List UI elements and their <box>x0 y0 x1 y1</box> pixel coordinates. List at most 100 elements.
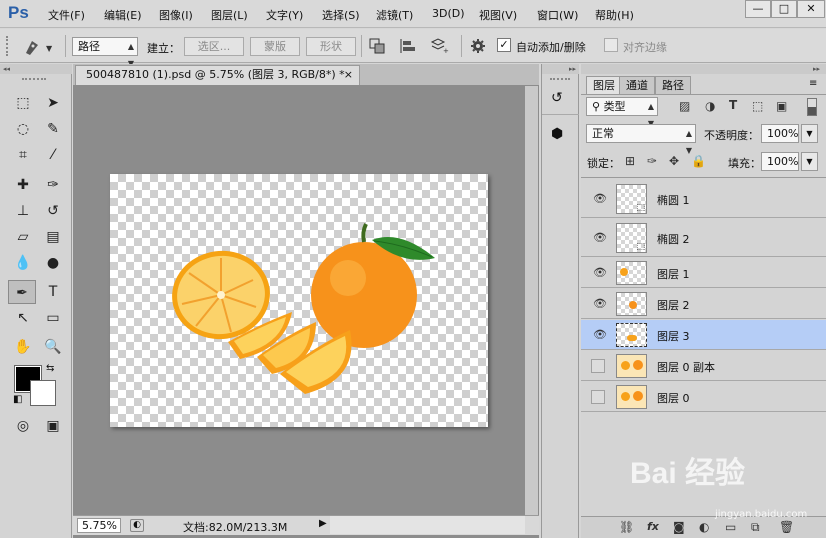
path-alignment-icon[interactable] <box>399 38 417 54</box>
tab-paths[interactable]: 路径 <box>655 76 691 94</box>
close-tab-icon[interactable]: × <box>344 66 353 84</box>
background-color-swatch[interactable] <box>30 380 56 406</box>
screen-mode-icon[interactable]: ▣ <box>40 414 66 438</box>
layer-filter-select[interactable]: ⚲ 类型▲▼ <box>586 97 658 128</box>
menu-edit[interactable]: 编辑(E) <box>104 7 142 23</box>
history-brush-tool-icon[interactable]: ↺ <box>40 199 66 223</box>
layer-row[interactable]: 图层 0 <box>581 382 826 412</box>
type-tool-icon[interactable]: T <box>40 280 66 304</box>
image-filter-icon[interactable]: ▨ <box>679 99 690 113</box>
minimize-button[interactable]: — <box>745 0 771 18</box>
maximize-button[interactable]: □ <box>771 0 797 18</box>
lasso-tool-icon[interactable]: ◌ <box>10 117 36 141</box>
menu-file[interactable]: 文件(F) <box>48 7 85 23</box>
eye-icon[interactable]: 👁 <box>593 297 607 310</box>
type-filter-icon[interactable]: T <box>729 98 737 112</box>
shape-filter-icon[interactable]: ⬚ <box>752 99 763 113</box>
layer-row[interactable]: 👁 ⬚ 椭圆 2 <box>581 219 826 257</box>
move-tool-icon[interactable]: ➤ <box>40 91 66 115</box>
blur-tool-icon[interactable]: 💧 <box>10 251 36 275</box>
layer-row-selected[interactable]: 👁 图层 3 <box>581 320 826 350</box>
path-arrangement-icon[interactable]: + <box>429 38 449 55</box>
path-operations-icon[interactable] <box>369 38 387 54</box>
fx-icon[interactable]: fx <box>647 520 659 533</box>
zoom-preset-icon[interactable]: ◐ <box>130 519 144 532</box>
menu-select[interactable]: 选择(S) <box>322 7 360 23</box>
fill-field[interactable]: 100% <box>761 152 799 171</box>
panel-strip-collapse-icon[interactable]: ▸▸ <box>542 64 579 74</box>
align-edges-checkbox[interactable] <box>604 38 618 52</box>
layer-row[interactable]: 👁 图层 1 <box>581 258 826 288</box>
layers-panel-collapse-icon[interactable]: ▸▸ <box>581 64 826 74</box>
horizontal-scrollbar[interactable] <box>330 516 525 534</box>
shape-button[interactable]: 形状 <box>306 37 356 56</box>
blend-mode-select[interactable]: 正常 ▲ ▼ <box>586 124 696 155</box>
crop-tool-icon[interactable]: ⌗ <box>10 143 36 167</box>
filter-toggle[interactable] <box>807 98 817 116</box>
healing-brush-tool-icon[interactable]: ✚ <box>10 173 36 197</box>
folder-icon[interactable]: ▭ <box>725 520 736 534</box>
lock-pixels-icon[interactable]: ✑ <box>647 154 657 168</box>
quick-mask-icon[interactable]: ◎ <box>10 414 36 438</box>
visibility-toggle[interactable] <box>591 390 605 404</box>
opacity-field[interactable]: 100% <box>761 124 799 143</box>
visibility-toggle[interactable] <box>591 359 605 373</box>
tab-layers[interactable]: 图层 <box>586 76 622 94</box>
layer-row[interactable]: 👁 图层 2 <box>581 289 826 319</box>
lock-position-icon[interactable]: ✥ <box>669 154 679 168</box>
history-panel-icon[interactable]: ↺ <box>551 90 563 106</box>
pen-tool-icon[interactable]: ✒ <box>8 280 36 304</box>
menu-window[interactable]: 窗口(W) <box>537 7 578 23</box>
dodge-tool-icon[interactable]: ● <box>40 251 66 275</box>
close-window-button[interactable]: ✕ <box>797 0 825 18</box>
toolbox-grip[interactable] <box>22 78 46 81</box>
image-canvas[interactable] <box>110 174 488 427</box>
menu-help[interactable]: 帮助(H) <box>595 7 634 23</box>
new-layer-icon[interactable]: ⧉ <box>751 520 760 535</box>
eye-icon[interactable]: 👁 <box>593 266 607 279</box>
link-icon[interactable]: ⛓ <box>619 520 634 534</box>
default-colors-icon[interactable]: ◧ <box>13 394 22 405</box>
vertical-scrollbar[interactable] <box>525 86 538 516</box>
mask-button[interactable]: 蒙版 <box>250 37 300 56</box>
menu-layer[interactable]: 图层(L) <box>211 7 248 23</box>
fill-dropdown-icon[interactable]: ▼ <box>801 152 818 171</box>
marquee-tool-icon[interactable]: ⬚ <box>10 91 36 115</box>
opacity-dropdown-icon[interactable]: ▼ <box>801 124 818 143</box>
hand-tool-icon[interactable]: ✋ <box>10 335 36 359</box>
toolbox-collapse-icon[interactable]: ◂◂ <box>0 64 72 74</box>
menu-filter[interactable]: 滤镜(T) <box>376 7 413 23</box>
status-menu-arrow-icon[interactable]: ▶ <box>319 518 327 529</box>
quick-selection-tool-icon[interactable]: ✎ <box>40 117 66 141</box>
options-bar-grip[interactable] <box>6 36 12 56</box>
eraser-tool-icon[interactable]: ▱ <box>10 225 36 249</box>
selection-button[interactable]: 选区... <box>184 37 244 56</box>
menu-3d[interactable]: 3D(D) <box>432 7 465 20</box>
pen-tool-preset-picker[interactable]: ▼ <box>20 35 60 57</box>
layer-row[interactable]: 图层 0 副本 <box>581 351 826 381</box>
brush-tool-icon[interactable]: ✑ <box>40 173 66 197</box>
rectangle-tool-icon[interactable]: ▭ <box>40 306 66 330</box>
3d-panel-icon[interactable]: ⬢ <box>551 126 563 142</box>
path-mode-select[interactable]: 路径▲▼ <box>72 37 138 68</box>
eye-icon[interactable]: 👁 <box>593 192 607 205</box>
path-selection-tool-icon[interactable]: ↖ <box>10 306 36 330</box>
smart-object-filter-icon[interactable]: ▣ <box>776 99 787 113</box>
eye-icon[interactable]: 👁 <box>593 231 607 244</box>
swap-colors-icon[interactable]: ⇆ <box>46 363 54 374</box>
adjustment-filter-icon[interactable]: ◑ <box>705 99 715 113</box>
eyedropper-tool-icon[interactable]: ⁄ <box>40 143 66 167</box>
trash-icon[interactable]: 🗑 <box>779 520 794 534</box>
layer-row[interactable]: 👁 ⬚ 椭圆 1 <box>581 180 826 218</box>
menu-image[interactable]: 图像(I) <box>159 7 193 23</box>
eye-icon[interactable]: 👁 <box>593 328 607 341</box>
lock-all-icon[interactable]: 🔒 <box>691 154 706 168</box>
panel-menu-icon[interactable]: ≡ <box>809 78 817 89</box>
document-tab[interactable]: 500487810 (1).psd @ 5.75% (图层 3, RGB/8*)… <box>75 65 360 85</box>
menu-view[interactable]: 视图(V) <box>479 7 517 23</box>
zoom-field[interactable]: 5.75% <box>77 518 121 533</box>
menu-type[interactable]: 文字(Y) <box>266 7 303 23</box>
lock-transparency-icon[interactable]: ⊞ <box>625 154 635 168</box>
tab-channels[interactable]: 通道 <box>619 76 655 94</box>
clone-stamp-tool-icon[interactable]: ⊥ <box>10 199 36 223</box>
